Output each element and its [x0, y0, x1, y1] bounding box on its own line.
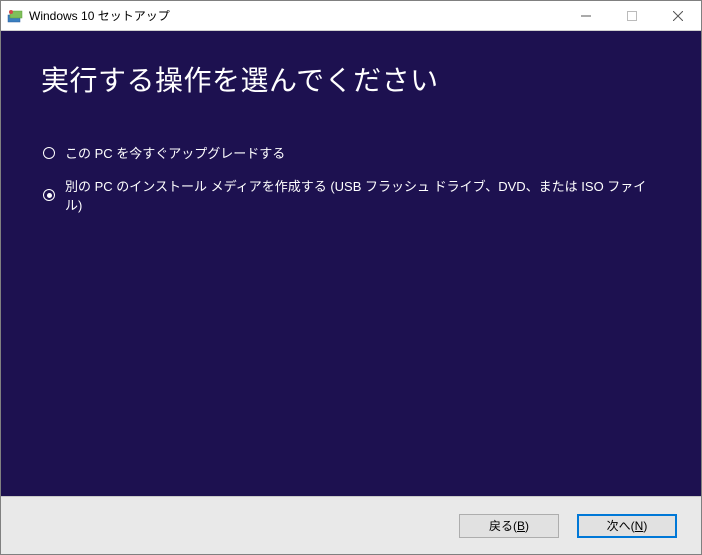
app-icon — [7, 8, 23, 24]
option-upgrade-this-pc[interactable]: この PC を今すぐアップグレードする — [43, 143, 661, 162]
option-label: この PC を今すぐアップグレードする — [65, 143, 285, 162]
options-group: この PC を今すぐアップグレードする 別の PC のインストール メディアを作… — [41, 143, 661, 214]
option-label: 別の PC のインストール メディアを作成する (USB フラッシュ ドライブ、… — [65, 176, 661, 214]
maximize-button — [609, 1, 655, 30]
radio-icon — [43, 189, 55, 201]
button-prefix: 戻る( — [489, 517, 517, 534]
footer: 戻る(B) 次へ(N) — [1, 496, 701, 554]
button-prefix: 次へ( — [607, 517, 635, 534]
window-title: Windows 10 セットアップ — [29, 7, 563, 24]
minimize-button[interactable] — [563, 1, 609, 30]
back-button[interactable]: 戻る(B) — [459, 514, 559, 538]
setup-window: Windows 10 セットアップ 実行する操作を選んでください この PC を… — [0, 0, 702, 555]
button-suffix: ) — [525, 519, 529, 533]
titlebar: Windows 10 セットアップ — [1, 1, 701, 31]
content-area: 実行する操作を選んでください この PC を今すぐアップグレードする 別の PC… — [1, 31, 701, 496]
page-heading: 実行する操作を選んでください — [41, 59, 661, 99]
radio-icon — [43, 147, 55, 159]
button-accelerator: B — [517, 519, 525, 533]
option-create-media[interactable]: 別の PC のインストール メディアを作成する (USB フラッシュ ドライブ、… — [43, 176, 661, 214]
close-button[interactable] — [655, 1, 701, 30]
next-button[interactable]: 次へ(N) — [577, 514, 677, 538]
window-controls — [563, 1, 701, 30]
button-accelerator: N — [635, 519, 644, 533]
button-suffix: ) — [643, 519, 647, 533]
